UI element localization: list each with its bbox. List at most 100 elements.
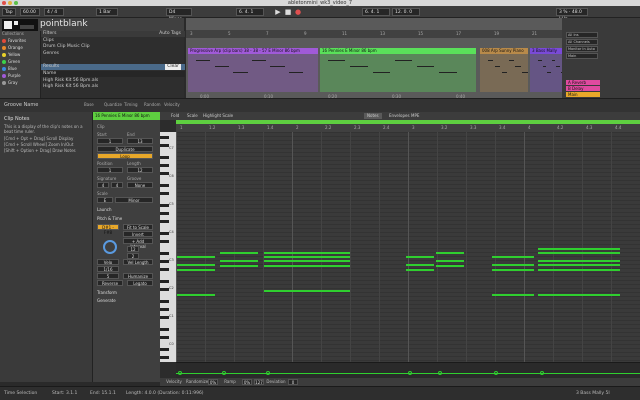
black-key[interactable] [160,280,169,283]
routing-select[interactable]: Monitor In Auto Off [566,46,598,52]
black-key[interactable] [160,260,169,263]
filters-row[interactable]: Filters Auto Tags [41,31,185,37]
black-key[interactable] [160,164,169,167]
midi-note[interactable] [492,269,534,271]
midi-note[interactable] [436,260,464,262]
key-selector[interactable]: D4 Minor [166,8,192,22]
midi-note[interactable] [177,294,215,296]
quantize-dropdown[interactable]: 1/16 [97,266,119,272]
start-field[interactable]: 1 [97,138,123,144]
clip-type-row[interactable]: Drum Clip Music Clip [41,44,185,50]
pitch-range-display[interactable]: D#1 - F#8 [97,224,119,235]
generate-section[interactable]: Generate [97,298,116,303]
midi-note[interactable] [538,248,620,250]
piano-keyboard[interactable]: C7 C6 C5 C4 C3 C2 C1 C0 [160,132,176,362]
routing-select[interactable]: All Ins [566,32,598,38]
midi-note[interactable] [436,265,464,267]
song-position-field[interactable]: 6. 4. 1 [236,8,264,16]
transpose-knob[interactable] [103,240,117,254]
scale-root-select[interactable]: E [97,197,113,203]
launch-section[interactable]: Launch [97,207,111,212]
vel-length-button[interactable]: Vel Length [123,259,153,265]
arrangement-clip[interactable]: 16 Pennies E Minor 86 bpm [320,48,476,92]
transform-section[interactable]: Transform [97,290,117,295]
editor-tab[interactable]: Scale [184,113,201,119]
collection-item[interactable]: Yellow [2,52,20,57]
signature-numerator[interactable]: 4 [97,182,109,188]
result-item[interactable]: High Risk Kit 56 Bpm.als [41,84,185,90]
black-key[interactable] [160,336,169,339]
velocity-dropdown[interactable]: Velo [97,259,119,265]
black-key[interactable] [160,156,169,159]
velocity-handle[interactable] [408,371,412,375]
black-key[interactable] [160,212,169,215]
humanize-button[interactable]: Humanize [123,273,153,279]
velocity-handle[interactable] [438,371,442,375]
black-key[interactable] [160,240,169,243]
black-key[interactable] [160,172,169,175]
black-key[interactable] [160,288,169,291]
play-icon[interactable]: ▶ [274,8,282,16]
editor-tab[interactable]: Fold [168,113,182,119]
results-row[interactable]: Results Clear [41,64,185,70]
midi-note[interactable] [264,265,350,267]
arrangement-clip[interactable]: Progressive Arp (clip bars) 38 - 38 - 57… [188,48,318,92]
collection-item[interactable]: Favorites [2,38,26,43]
genres-row[interactable]: Genres [41,51,185,57]
zoom-window-icon[interactable] [14,1,18,5]
midi-note[interactable] [538,294,620,296]
black-key[interactable] [160,144,169,147]
position-field[interactable]: 1 [97,167,123,173]
collection-item[interactable]: Purple [2,73,21,78]
midi-note[interactable] [264,260,350,262]
collection-item[interactable]: Gray [2,80,18,85]
midi-note[interactable] [538,269,620,271]
routing-select[interactable]: Main [566,53,598,59]
black-key[interactable] [160,204,169,207]
collection-item[interactable]: Blue [2,66,17,71]
editor-mode-tab[interactable]: Notes [364,113,382,119]
velocity-handle[interactable] [222,371,226,375]
black-key[interactable] [160,252,169,255]
send-chip[interactable]: A Reverb [566,80,600,85]
metronome-quantize[interactable]: 1 Bar [96,8,118,16]
black-key[interactable] [160,220,169,223]
time-signature-field[interactable]: 4 / 4 [44,8,64,16]
velocity-lane[interactable] [176,362,640,378]
midi-note[interactable] [406,264,434,266]
send-chip[interactable]: B Delay [566,86,600,91]
velocity-value[interactable]: 0% [242,379,252,385]
arrangement-clip[interactable]: 3 Bass Mally [530,48,565,92]
black-key[interactable] [160,348,169,351]
black-key[interactable] [160,268,169,271]
record-icon[interactable]: ● [294,8,302,16]
tempo-field[interactable]: 60.00 [20,8,40,16]
arrangement-clip[interactable]: 008 Arp Sunny Piano [480,48,528,92]
groove-select[interactable]: None [127,182,153,188]
editor-tab[interactable]: Highlight Scale [200,113,236,119]
end-field[interactable]: 13 [127,138,153,144]
length-field[interactable]: 12 [127,167,153,173]
velocity-value[interactable]: 127 [254,379,264,385]
midi-note[interactable] [406,256,434,258]
midi-note[interactable] [177,269,215,271]
black-key[interactable] [160,300,169,303]
black-key[interactable] [160,184,169,187]
midi-note[interactable] [264,290,350,292]
black-key[interactable] [160,192,169,195]
black-key[interactable] [160,308,169,311]
midi-note[interactable] [220,265,258,267]
velocity-handle[interactable] [540,371,544,375]
loop-toggle[interactable]: Loop [97,153,153,159]
midi-note[interactable] [538,264,620,266]
velocity-handle[interactable] [494,371,498,375]
minimize-window-icon[interactable] [8,1,12,5]
velocity-handle[interactable] [178,371,182,375]
arrangement-ruler[interactable]: 3 5 7 9 11 13 15 17 19 21 [186,30,562,38]
midi-note[interactable] [264,252,350,254]
black-key[interactable] [160,316,169,319]
clear-button[interactable]: Clear [165,64,181,70]
duplicate-button[interactable]: Duplicate [97,146,153,152]
send-chip[interactable]: Main [566,92,600,97]
legato-button[interactable]: Legato [127,280,153,286]
